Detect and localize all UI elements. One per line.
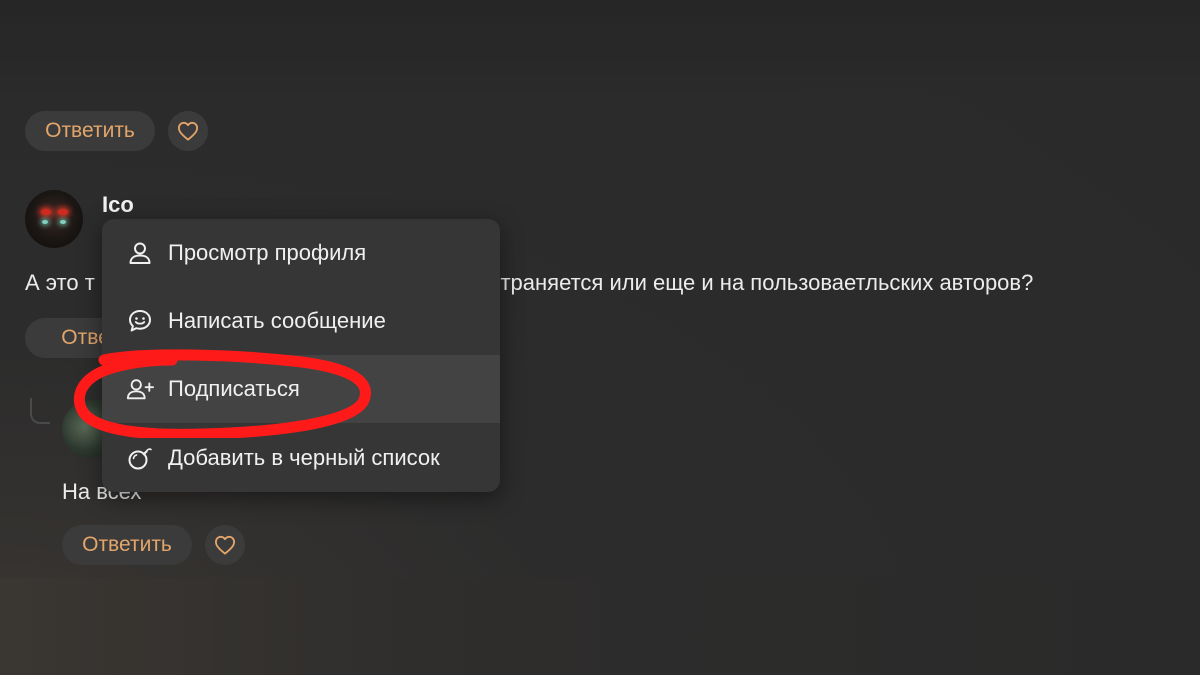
- avatar-eye: [41, 209, 51, 215]
- thread-connector: [30, 398, 50, 424]
- heart-icon: [178, 121, 198, 141]
- comment-author[interactable]: Ico: [102, 192, 134, 218]
- menu-item-subscribe[interactable]: Подписаться: [102, 355, 500, 423]
- chat-icon: [126, 307, 154, 335]
- menu-item-send-message[interactable]: Написать сообщение: [102, 287, 500, 355]
- like-button-top[interactable]: [168, 111, 208, 151]
- menu-item-label: Написать сообщение: [168, 308, 386, 333]
- user-plus-icon: [126, 375, 154, 403]
- menu-item-label: Добавить в черный список: [168, 445, 440, 470]
- comment-text-right: ространяется или еще и на пользоваетльск…: [465, 270, 1034, 295]
- user-icon: [126, 239, 154, 267]
- comment-text-left: А это т: [25, 270, 95, 295]
- avatar-ico[interactable]: [25, 190, 83, 248]
- bottom-strip: [0, 578, 1200, 675]
- page: Ответить Ico А это т ространяется или ещ…: [0, 0, 1200, 675]
- heart-icon: [215, 535, 235, 555]
- menu-item-blacklist[interactable]: Добавить в черный список: [102, 424, 500, 492]
- top-fade: [0, 0, 1200, 90]
- like-button-nested[interactable]: [205, 525, 245, 565]
- menu-item-label: Подписаться: [168, 376, 300, 401]
- menu-item-view-profile[interactable]: Просмотр профиля: [102, 219, 500, 287]
- reply-button-nested[interactable]: Ответить: [62, 525, 192, 565]
- reply-button-top[interactable]: Ответить: [25, 111, 155, 151]
- user-context-menu: Просмотр профиля Написать сообщение Подп…: [102, 219, 500, 492]
- avatar-eye: [58, 209, 68, 215]
- menu-item-label: Просмотр профиля: [168, 240, 367, 265]
- avatar-glint: [60, 220, 66, 224]
- avatar-glint: [42, 220, 48, 224]
- bomb-icon: [126, 444, 154, 472]
